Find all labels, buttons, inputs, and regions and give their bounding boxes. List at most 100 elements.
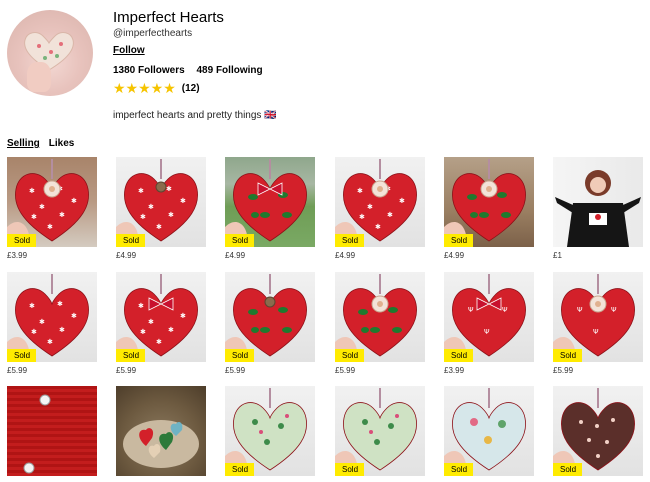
svg-text:✱: ✱: [29, 187, 35, 195]
following-count[interactable]: 489 Following: [196, 65, 262, 76]
rating-stars-icon: ★★★★★: [113, 80, 176, 96]
profile-handle: @imperfecthearts: [113, 28, 193, 39]
svg-text:✱: ✱: [138, 302, 144, 310]
tab-selling[interactable]: Selling: [7, 138, 40, 149]
svg-text:✱: ✱: [29, 302, 35, 310]
product-card[interactable]: Sold £4.99: [225, 157, 315, 260]
svg-text:✱: ✱: [31, 328, 37, 336]
product-thumbnail[interactable]: Ψ Ψ Ψ Sold: [444, 272, 534, 362]
svg-text:Ψ: Ψ: [468, 306, 474, 314]
product-thumbnail[interactable]: ✱✱✱✱✱✱✱Sold: [7, 157, 97, 247]
svg-text:✱: ✱: [168, 211, 174, 219]
product-price: £4.99: [444, 251, 465, 260]
product-card[interactable]: Sold £5.99: [225, 272, 315, 375]
product-card[interactable]: ✱✱✱✱✱✱✱Sold£4.99: [335, 157, 425, 260]
product-card[interactable]: Sold £5.99: [335, 272, 425, 375]
product-thumbnail[interactable]: [553, 157, 643, 247]
product-card[interactable]: [116, 386, 206, 476]
product-price: £1: [553, 251, 562, 260]
seller-rating[interactable]: ★★★★★ (12): [113, 80, 200, 97]
svg-text:Ψ: Ψ: [502, 306, 508, 314]
sold-badge: Sold: [225, 349, 255, 362]
svg-text:Ψ: Ψ: [593, 328, 599, 336]
product-thumbnail[interactable]: Sold: [225, 157, 315, 247]
sold-badge: Sold: [444, 349, 474, 362]
product-card[interactable]: Sold: [444, 386, 534, 476]
svg-text:✱: ✱: [39, 318, 45, 326]
svg-text:Ψ: Ψ: [611, 306, 617, 314]
profile-bio: imperfect hearts and pretty things 🇬🇧: [113, 110, 277, 121]
svg-text:✱: ✱: [180, 197, 186, 205]
product-card[interactable]: Sold: [553, 386, 643, 476]
product-thumbnail[interactable]: [7, 386, 97, 476]
product-thumbnail[interactable]: Sold: [225, 386, 315, 476]
profile-stats: 1380 Followers 489 Following: [113, 65, 263, 76]
product-card[interactable]: Sold: [335, 386, 425, 476]
product-card[interactable]: ✱✱✱✱✱✱✱Sold£4.99: [116, 157, 206, 260]
svg-text:✱: ✱: [57, 300, 63, 308]
followers-count[interactable]: 1380 Followers: [113, 65, 185, 76]
product-thumbnail[interactable]: ✱✱✱✱✱✱✱Sold: [335, 157, 425, 247]
sold-badge: Sold: [116, 349, 146, 362]
svg-text:✱: ✱: [357, 187, 363, 195]
svg-text:✱: ✱: [140, 328, 146, 336]
svg-text:✱: ✱: [31, 213, 37, 221]
sold-badge: Sold: [116, 234, 146, 247]
sold-badge: Sold: [335, 234, 365, 247]
sold-badge: Sold: [7, 349, 37, 362]
sold-badge: Sold: [225, 234, 255, 247]
svg-text:✱: ✱: [168, 326, 174, 334]
follow-button[interactable]: Follow: [113, 45, 145, 56]
product-thumbnail[interactable]: Sold: [335, 272, 425, 362]
product-card[interactable]: Sold: [225, 386, 315, 476]
product-card[interactable]: ✱✱✱✱✱✱✱Sold£3.99: [7, 157, 97, 260]
product-thumbnail[interactable]: [116, 386, 206, 476]
svg-text:✱: ✱: [71, 197, 77, 205]
product-card[interactable]: ✱✱✱✱✱✱✱Sold£5.99: [116, 272, 206, 375]
product-card[interactable]: Sold £4.99: [444, 157, 534, 260]
svg-text:✱: ✱: [166, 185, 172, 193]
person-icon: [555, 170, 641, 247]
knitted-icon: [23, 394, 51, 474]
rating-count: (12): [181, 83, 200, 94]
product-thumbnail[interactable]: Ψ Ψ Ψ Sold: [553, 272, 643, 362]
svg-text:✱: ✱: [367, 203, 373, 211]
product-thumbnail[interactable]: Sold: [335, 386, 425, 476]
product-card[interactable]: ✱✱✱✱✱✱✱Sold£5.99: [7, 272, 97, 375]
svg-text:✱: ✱: [387, 211, 393, 219]
basket-icon: [123, 420, 199, 468]
sold-badge: Sold: [444, 234, 474, 247]
profile-avatar[interactable]: [7, 10, 93, 96]
svg-text:Ψ: Ψ: [484, 328, 490, 336]
svg-text:✱: ✱: [148, 318, 154, 326]
product-price: £5.99: [553, 366, 574, 375]
svg-text:✱: ✱: [59, 326, 65, 334]
product-card[interactable]: Ψ Ψ Ψ Sold £3.99: [444, 272, 534, 375]
sold-badge: Sold: [553, 463, 583, 476]
product-card[interactable]: £1: [553, 157, 643, 260]
svg-text:✱: ✱: [156, 223, 162, 231]
product-thumbnail[interactable]: ✱✱✱✱✱✱✱Sold: [7, 272, 97, 362]
tab-likes[interactable]: Likes: [49, 138, 75, 149]
product-thumbnail[interactable]: Sold: [444, 157, 534, 247]
sold-badge: Sold: [225, 463, 255, 476]
product-card[interactable]: [7, 386, 97, 476]
flag-icon: 🇬🇧: [264, 110, 277, 121]
product-thumbnail[interactable]: Sold: [553, 386, 643, 476]
svg-text:✱: ✱: [148, 203, 154, 211]
product-price: £3.99: [444, 366, 465, 375]
product-price: £5.99: [225, 366, 246, 375]
svg-text:✱: ✱: [39, 203, 45, 211]
sold-badge: Sold: [7, 234, 37, 247]
product-thumbnail[interactable]: ✱✱✱✱✱✱✱Sold: [116, 157, 206, 247]
product-thumbnail[interactable]: Sold: [444, 386, 534, 476]
product-price: £5.99: [335, 366, 356, 375]
hand-image: [27, 62, 51, 92]
svg-text:✱: ✱: [375, 223, 381, 231]
product-thumbnail[interactable]: ✱✱✱✱✱✱✱Sold: [116, 272, 206, 362]
product-thumbnail[interactable]: Sold: [225, 272, 315, 362]
svg-text:✱: ✱: [140, 213, 146, 221]
svg-text:✱: ✱: [71, 312, 77, 320]
product-card[interactable]: Ψ Ψ Ψ Sold £5.99: [553, 272, 643, 375]
svg-text:✱: ✱: [359, 213, 365, 221]
